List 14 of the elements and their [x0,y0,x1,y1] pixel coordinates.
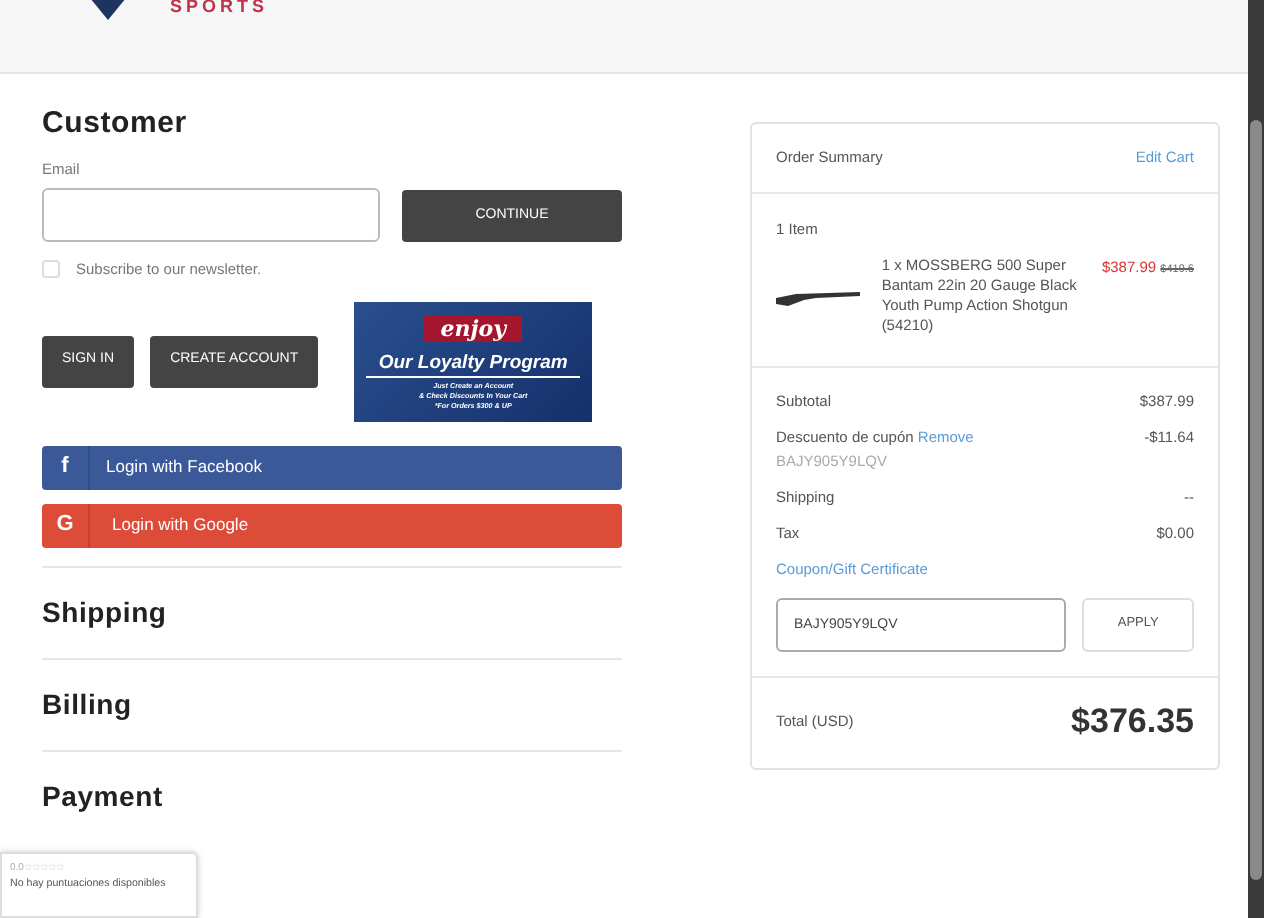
logo-text: SPORTS [170,0,269,16]
section-heading[interactable]: Billing [42,659,622,749]
checkbox[interactable] [42,260,60,279]
facebook-login-button[interactable]: f Login with Facebook [42,445,622,489]
email-field[interactable] [42,188,380,243]
shotgun-image [776,286,860,307]
banner-script-text: enjoy [424,315,522,341]
section-heading[interactable]: Payment [42,751,622,841]
banner-title: Our Loyalty Program [366,351,581,377]
scrollbar[interactable] [1248,0,1264,918]
section-heading[interactable]: Shipping [42,567,622,657]
google-login-button[interactable]: G Login with Google [42,503,622,547]
section-heading: Customer [42,106,189,142]
total-amount: $376.35 [1071,700,1194,745]
